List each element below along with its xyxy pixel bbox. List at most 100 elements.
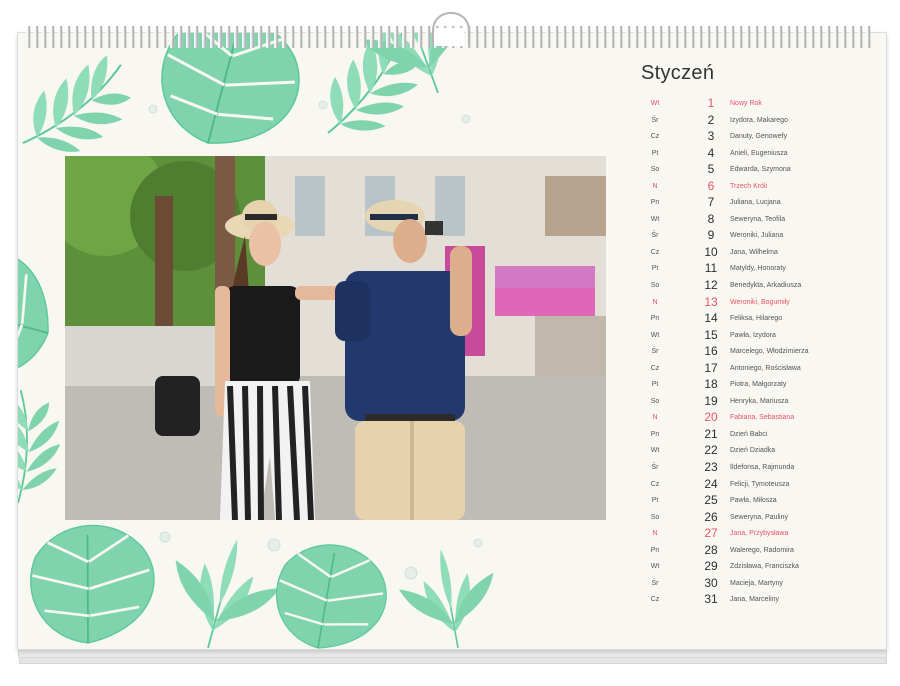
day-of-week: Pn — [650, 199, 660, 207]
day-number: 7 — [707, 195, 715, 210]
day-row: Cz 17 Antoniego, Rościsława — [640, 361, 860, 378]
day-row: So 12 Benedykta, Arkadiusza — [640, 278, 860, 295]
day-number: 24 — [704, 476, 718, 491]
day-of-week: Śr — [651, 464, 659, 472]
day-of-week: Pt — [651, 381, 659, 389]
day-number: 13 — [704, 294, 718, 309]
day-number: 15 — [704, 327, 718, 342]
day-row: Pt 18 Piotra, Małgorzaty — [640, 377, 860, 394]
day-number: 5 — [707, 162, 715, 177]
name-day: Izydora, Makarego — [730, 116, 788, 124]
day-row: Śr 23 Ildefonsa, Rajmunda — [640, 460, 860, 477]
day-number: 21 — [704, 426, 718, 441]
day-number: 31 — [704, 592, 718, 607]
day-number: 25 — [704, 493, 718, 508]
name-day: Edwarda, Szymona — [730, 166, 791, 174]
day-number: 1 — [707, 96, 715, 110]
name-day: Henryka, Mariusza — [730, 397, 789, 405]
day-row: Śr 30 Macieja, Martyny — [640, 576, 860, 593]
day-number: 22 — [704, 443, 718, 458]
name-day: Jana, Marceliny — [730, 596, 780, 604]
day-of-week: Śr — [651, 116, 659, 124]
day-number: 3 — [707, 129, 715, 144]
day-of-week: Wt — [650, 447, 660, 455]
day-of-week: Śr — [651, 579, 659, 587]
day-number: 28 — [704, 542, 718, 557]
name-day: Seweryna, Pauliny — [730, 513, 788, 521]
day-number: 29 — [704, 559, 718, 574]
day-row: Cz 31 Jana, Marceliny — [640, 592, 860, 609]
day-number: 18 — [704, 377, 718, 392]
day-of-week: So — [650, 166, 660, 174]
day-number: 11 — [704, 261, 718, 276]
name-day: Walerego, Radomira — [730, 546, 794, 554]
day-row: So 19 Henryka, Mariusza — [640, 394, 860, 411]
name-day: Zdzisława, Franciszka — [730, 563, 799, 571]
couple-photo — [65, 156, 606, 520]
day-of-week: So — [650, 513, 660, 521]
day-number: 19 — [704, 393, 718, 408]
day-of-week: N — [652, 298, 658, 306]
day-of-week: Pt — [651, 149, 659, 157]
name-day: Pawła, Miłosza — [730, 497, 777, 505]
day-number: 8 — [707, 211, 715, 226]
day-number: 6 — [707, 178, 715, 193]
day-of-week: Pt — [651, 265, 659, 273]
day-of-week: Cz — [650, 133, 660, 141]
day-row: Pt 4 Anieli, Eugeniusza — [640, 146, 860, 163]
name-day: Juliana, Lucjana — [730, 199, 781, 207]
day-row: Wt 22 Dzień Dziadka — [640, 443, 860, 460]
day-row: N 27 Jana, Przybysława — [640, 526, 860, 543]
days-list: Wt 1 Nowy Rok Śr 2 Izydora, Makarego Cz 3 Danuty… — [640, 96, 860, 609]
day-of-week: Cz — [650, 596, 660, 604]
day-row: N 20 Fabiana, Sebastiana — [640, 410, 860, 427]
day-row: Pn 7 Juliana, Lucjana — [640, 195, 860, 212]
name-day: Anieli, Eugeniusza — [730, 149, 788, 157]
name-day: Matyldy, Honoraty — [730, 265, 786, 273]
day-row: Pn 14 Feliksa, Hilarego — [640, 311, 860, 328]
name-day: Ildefonsa, Rajmunda — [730, 464, 795, 472]
day-of-week: Cz — [650, 480, 660, 488]
name-day: Piotra, Małgorzaty — [730, 381, 787, 389]
day-row: Pt 11 Matyldy, Honoraty — [640, 261, 860, 278]
name-day: Feliksa, Hilarego — [730, 315, 783, 323]
name-day: Seweryna, Teofila — [730, 215, 786, 223]
day-of-week: Pn — [650, 315, 660, 323]
name-day: Dzień Dziadka — [730, 447, 776, 455]
name-day: Pawła, Izydora — [730, 331, 776, 339]
day-of-week: Pn — [650, 430, 660, 438]
day-row: Cz 24 Felicji, Tymoteusza — [640, 477, 860, 494]
name-day: Trzech Króli — [730, 182, 768, 190]
name-day: Jana, Przybysława — [730, 530, 789, 538]
day-row: So 5 Edwarda, Szymona — [640, 162, 860, 179]
day-of-week: Cz — [650, 248, 660, 256]
day-of-week: Pn — [650, 546, 660, 554]
day-of-week: Śr — [651, 232, 659, 240]
day-number: 20 — [704, 410, 718, 425]
day-of-week: Wt — [650, 563, 660, 571]
day-of-week: Pt — [651, 497, 659, 505]
hanger-hook — [432, 12, 470, 44]
name-day: Fabiana, Sebastiana — [730, 414, 795, 422]
name-day: Antoniego, Rościsława — [730, 364, 801, 372]
day-row: Wt 15 Pawła, Izydora — [640, 328, 860, 345]
day-of-week: N — [652, 182, 658, 190]
day-of-week: Śr — [651, 348, 659, 356]
day-of-week: N — [652, 530, 658, 538]
day-of-week: Cz — [650, 364, 660, 372]
day-row: Pt 25 Pawła, Miłosza — [640, 493, 860, 510]
name-day: Danuty, Genowefy — [730, 133, 788, 141]
day-of-week: So — [650, 397, 660, 405]
day-number: 9 — [707, 228, 715, 243]
month-title: Styczeń — [641, 62, 715, 84]
day-row: Cz 10 Jana, Wilhelma — [640, 245, 860, 262]
name-day: Macieja, Martyny — [730, 579, 783, 587]
day-row: Wt 8 Seweryna, Teofila — [640, 212, 860, 229]
day-row: Śr 16 Marcelego, Włodzimierza — [640, 344, 860, 361]
calendar-page: Styczeń Wt 1 Nowy Rok Śr 2 Izydora, Makarego C… — [17, 32, 887, 650]
day-row: Śr 9 Weroniki, Juliana — [640, 228, 860, 245]
name-day: Dzień Babci — [730, 430, 768, 438]
day-number: 4 — [707, 145, 715, 160]
day-of-week: So — [650, 282, 660, 290]
day-row: N 13 Weroniki, Bogumiły — [640, 295, 860, 312]
